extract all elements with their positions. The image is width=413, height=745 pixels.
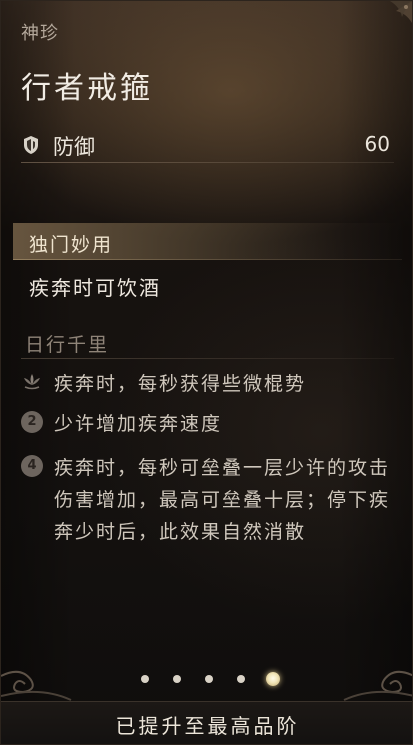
upgrade-status-bar: 已提升至最高品阶	[1, 701, 412, 744]
stat-label: 防御	[53, 135, 95, 159]
page-dot-active[interactable]	[266, 672, 280, 686]
stat-value: 60	[364, 132, 390, 156]
unique-effect-text: 疾奔时可饮酒	[29, 276, 161, 300]
stat-row-defense: 防御 60	[21, 131, 394, 159]
divider	[21, 358, 394, 359]
divider	[13, 259, 402, 260]
item-name: 行者戒箍	[21, 71, 153, 106]
set-bonus-entry-text: 少许增加疾奔速度	[54, 413, 223, 435]
item-category: 神珍	[21, 23, 59, 44]
number-4-icon: 4	[21, 455, 43, 477]
set-bonus-entry-text: 疾奔时，每秒可垒叠一层少许的攻击伤害增加，最高可垒叠十层；停下疾奔少时后，此效果…	[54, 457, 391, 543]
page-dot[interactable]	[173, 675, 181, 683]
page-dot[interactable]	[237, 675, 245, 683]
divider	[21, 162, 394, 163]
corner-ornament-icon	[390, 1, 412, 23]
upgrade-status-text: 已提升至最高品阶	[115, 714, 300, 738]
number-2-icon: 2	[21, 411, 43, 433]
page-indicator	[1, 669, 412, 689]
page-dot[interactable]	[205, 675, 213, 683]
page-dot[interactable]	[141, 675, 149, 683]
unique-effect-header: 独门妙用	[13, 223, 402, 259]
shield-icon	[24, 136, 38, 154]
item-detail-panel: 神珍 行者戒箍 防御 60 独门妙用 疾奔时可饮酒 日行千里 疾奔时，每秒获得些…	[0, 0, 413, 745]
set-bonus-title: 日行千里	[25, 334, 110, 356]
unique-effect-header-label: 独门妙用	[29, 234, 114, 256]
set-bonus-entry-text: 疾奔时，每秒获得些微棍势	[54, 373, 307, 395]
lotus-icon	[24, 374, 40, 390]
